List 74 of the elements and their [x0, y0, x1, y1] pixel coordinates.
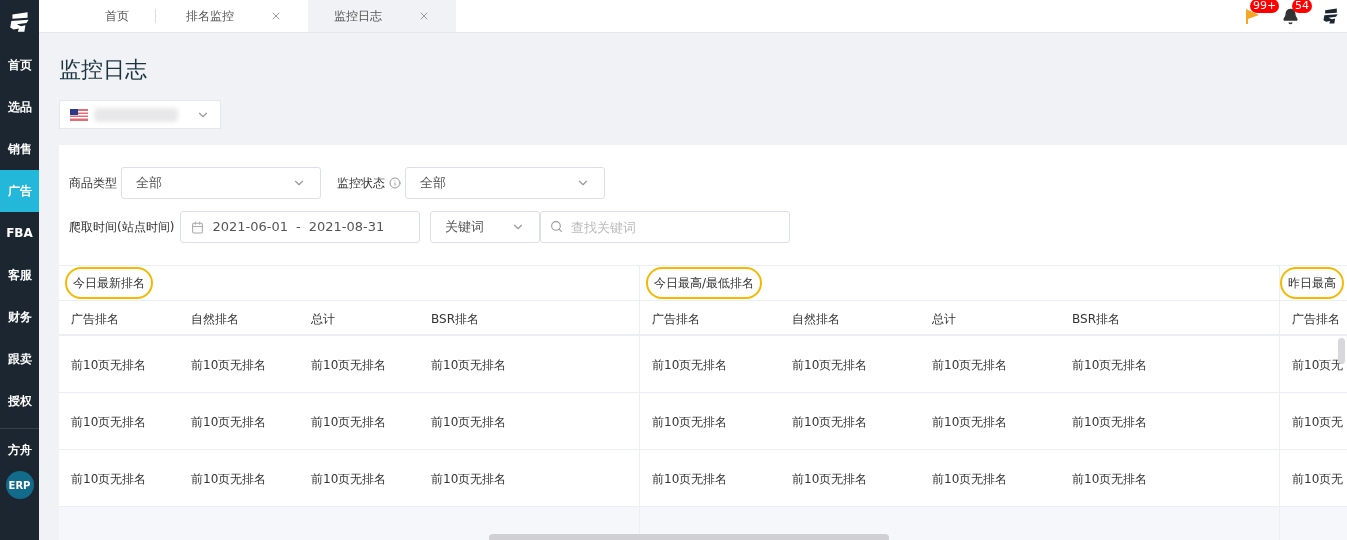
- table-cell: 前10页无排名: [191, 358, 267, 372]
- table-cell: 前10页无排名: [932, 415, 1008, 429]
- avatar-icon: [1321, 6, 1341, 26]
- field-label: 监控状态: [337, 175, 385, 192]
- table-cell: 前10页无排名: [431, 358, 507, 372]
- table-cell: 前10页无排名: [652, 415, 728, 429]
- column-header: 总计: [932, 311, 956, 326]
- sidebar-item[interactable]: 销售: [0, 128, 39, 170]
- table-cell: 前10页无: [1292, 358, 1344, 372]
- search-field[interactable]: 查找关键词: [540, 211, 791, 243]
- table-cell: 前10页无排名: [431, 415, 507, 429]
- column-header: 广告排名: [652, 311, 700, 326]
- table-cell: 前10页无排名: [792, 358, 868, 372]
- column-header: 广告排名: [1292, 311, 1340, 326]
- table-cell: 前10页无排名: [652, 358, 728, 372]
- field-label: 商品类型: [69, 175, 117, 192]
- monitor-status-select[interactable]: 全部: [405, 167, 605, 199]
- keyword-type-select[interactable]: 关键词: [430, 211, 541, 243]
- search-icon: [550, 220, 564, 233]
- tab[interactable]: 首页: [79, 9, 156, 23]
- table-cell: 前10页无排名: [71, 358, 147, 372]
- flag-icon[interactable]: [1244, 8, 1260, 24]
- table-cell: 前10页无排名: [1072, 358, 1148, 372]
- table-cell: 前10页无排名: [431, 472, 507, 486]
- page-title: 监控日志: [59, 56, 147, 84]
- column-header: 自然排名: [792, 311, 840, 326]
- sidebar-item[interactable]: 跟卖: [0, 338, 39, 380]
- table-cell: 前10页无排名: [932, 358, 1008, 372]
- erp-badge[interactable]: ERP: [5, 471, 34, 499]
- table-cell: 前10页无排名: [652, 472, 728, 486]
- group-header: 今日最新排名: [65, 267, 153, 299]
- date-range-picker[interactable]: 2021-06-01 - 2021-08-31: [180, 211, 421, 243]
- table-cell: 前10页无排名: [311, 358, 387, 372]
- tab[interactable]: 排名监控: [160, 0, 308, 32]
- column-header: 广告排名: [71, 311, 119, 326]
- column-header: 总计: [311, 311, 335, 326]
- table-cell: 前10页无排名: [932, 472, 1008, 486]
- sidebar-item[interactable]: 授权: [0, 380, 39, 422]
- sidebar-item[interactable]: 首页: [0, 44, 39, 86]
- product-type-select[interactable]: 全部: [121, 167, 321, 199]
- table-cell: 前10页无: [1292, 415, 1344, 429]
- table-cell: 前10页无排名: [311, 415, 387, 429]
- field-label: 爬取时间(站点时间): [69, 219, 175, 236]
- tab[interactable]: 监控日志: [308, 0, 456, 32]
- group-header: 今日最高/最低排名: [646, 267, 763, 299]
- table-cell: 前10页无排名: [71, 415, 147, 429]
- store-select[interactable]: [59, 100, 221, 129]
- column-header: BSR排名: [431, 311, 479, 326]
- table-cell: 前10页无排名: [1072, 472, 1148, 486]
- table-cell: 前10页无排名: [311, 472, 387, 486]
- us-flag-icon: [70, 108, 88, 121]
- notification-badge: 54: [1292, 0, 1312, 13]
- horizontal-scrollbar[interactable]: [489, 534, 889, 540]
- table-cell: 前10页无排名: [1072, 415, 1148, 429]
- bell-icon[interactable]: [1282, 7, 1299, 25]
- sidebar-item[interactable]: 客服: [0, 254, 39, 296]
- table-cell: 前10页无排名: [191, 415, 267, 429]
- table-cell: 前10页无排名: [792, 415, 868, 429]
- table-cell: 前10页无: [1292, 472, 1344, 486]
- column-header: 自然排名: [191, 311, 239, 326]
- close-icon[interactable]: [270, 10, 282, 22]
- column-header: BSR排名: [1072, 311, 1120, 326]
- table-cell: 前10页无排名: [71, 472, 147, 486]
- info-icon: [389, 177, 401, 189]
- sidebar-item[interactable]: 财务: [0, 296, 39, 338]
- notification-badge: 99+: [1250, 0, 1280, 13]
- group-header: 昨日最高: [1280, 267, 1344, 299]
- sidebar-item[interactable]: FBA: [0, 212, 39, 254]
- calendar-icon: [191, 220, 205, 234]
- table-cell: 前10页无排名: [191, 472, 267, 486]
- sidebar-item[interactable]: 方舟: [0, 429, 39, 471]
- close-icon[interactable]: [418, 10, 430, 22]
- table-cell: 前10页无排名: [792, 472, 868, 486]
- sidebar-item[interactable]: 选品: [0, 86, 39, 128]
